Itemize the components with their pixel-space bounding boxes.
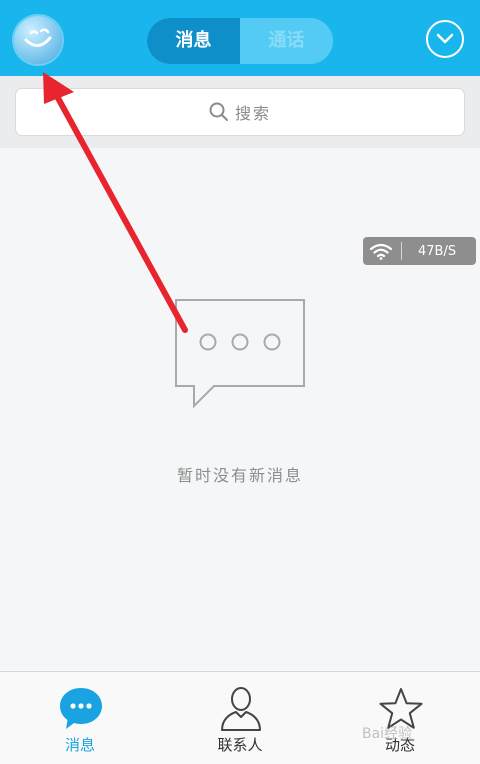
nav-item-feed[interactable]: 动态	[320, 672, 480, 764]
tab-calls[interactable]: 通话	[240, 18, 333, 64]
search-icon	[209, 102, 228, 121]
watermark: Bai经验	[362, 726, 413, 742]
nav-label-contacts: 联系人	[217, 736, 263, 754]
message-icon	[60, 688, 102, 729]
empty-state-text: 暂时没有新消息	[176, 466, 303, 485]
wifi-icon	[369, 243, 393, 260]
header-bar: 消息 通话	[0, 0, 480, 76]
nav-label-messages: 消息	[64, 736, 95, 754]
nav-item-contacts[interactable]: 联系人	[160, 672, 320, 764]
bottom-nav: 消息 联系人 动态 Bai经验	[0, 671, 480, 764]
avatar-icon[interactable]	[14, 16, 62, 64]
chevron-down-icon	[436, 33, 454, 44]
app-screen: 消息 通话 搜索 47B/S 暂时没有新消息 消息 联系人 动态 Bai经验	[0, 0, 480, 764]
speed-divider	[401, 242, 402, 260]
speed-value: 47B/S	[418, 243, 457, 259]
network-speed-badge: 47B/S	[363, 237, 476, 265]
search-area: 搜索	[0, 76, 480, 148]
contacts-icon	[221, 687, 261, 731]
tab-switcher: 消息 通话	[147, 18, 333, 64]
dropdown-button[interactable]	[426, 20, 464, 58]
search-input[interactable]: 搜索	[15, 88, 465, 136]
tab-messages[interactable]: 消息	[147, 18, 240, 64]
search-placeholder: 搜索	[234, 104, 271, 123]
empty-chat-icon	[175, 299, 305, 409]
nav-item-messages[interactable]: 消息	[0, 672, 160, 764]
